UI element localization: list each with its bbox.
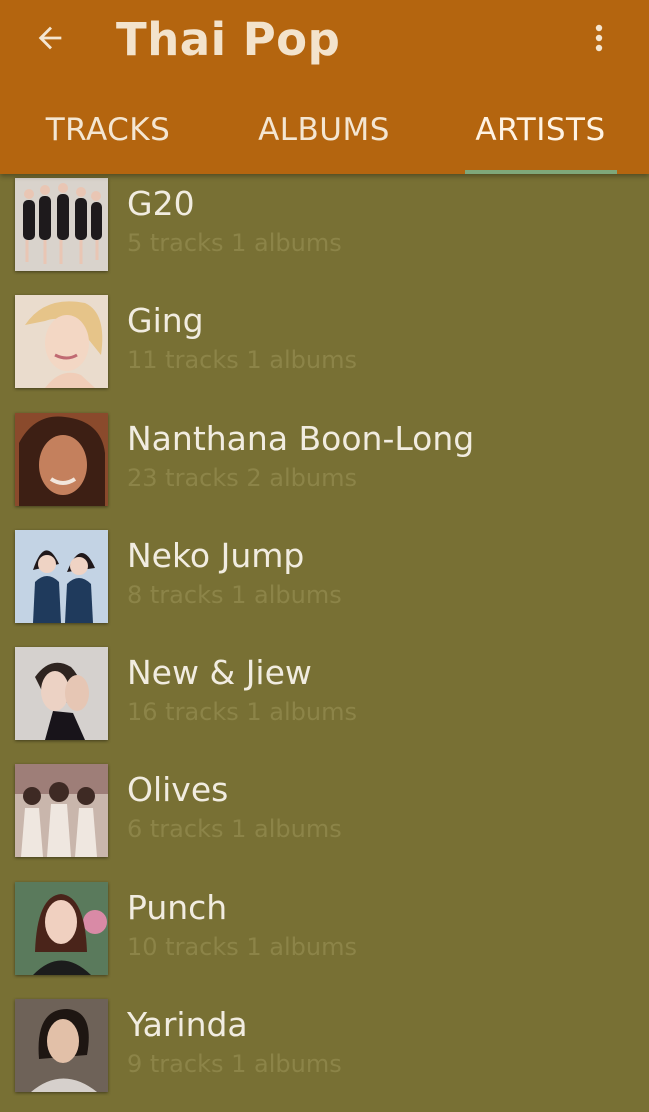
artist-thumbnail (15, 881, 108, 975)
artist-name: Ging (127, 301, 204, 341)
artist-row[interactable]: Punch 10 tracks 1 albums (0, 878, 649, 995)
artist-subtitle: 9 tracks 1 albums (127, 1050, 342, 1079)
artist-subtitle: 11 tracks 1 albums (127, 346, 357, 375)
artist-subtitle: 23 tracks 2 albums (127, 463, 357, 492)
artist-subtitle: 8 tracks 1 albums (127, 580, 342, 609)
page-title: Thai Pop (116, 13, 341, 66)
artist-name: Yarinda (127, 1005, 248, 1045)
tab-artists[interactable]: ARTISTS (432, 102, 649, 158)
artist-row[interactable]: Neko Jump 8 tracks 1 albums (0, 526, 649, 643)
artist-thumbnail (15, 999, 108, 1093)
artist-subtitle: 16 tracks 1 albums (127, 698, 357, 727)
tab-albums[interactable]: ALBUMS (216, 102, 432, 158)
artist-thumbnail (15, 529, 108, 623)
artist-thumbnail (15, 295, 108, 389)
artist-row[interactable]: Ging 11 tracks 1 albums (0, 291, 649, 408)
app-bar: Thai Pop TRACKS ALBUMS ARTISTS (0, 0, 649, 174)
artist-name: New & Jiew (127, 653, 312, 693)
artist-name: Olives (127, 770, 229, 810)
more-vert-icon (594, 23, 604, 57)
artist-subtitle: 5 tracks 1 albums (127, 229, 342, 257)
overflow-menu-button[interactable] (578, 16, 620, 64)
artist-thumbnail (15, 412, 108, 506)
tab-indicator (465, 170, 617, 174)
arrow-back-icon (33, 21, 67, 59)
artist-row[interactable]: Nanthana Boon-Long 23 tracks 2 albums (0, 409, 649, 526)
artist-row[interactable]: G20 5 tracks 1 albums (0, 174, 649, 291)
artist-name: Nanthana Boon-Long (127, 418, 475, 458)
artist-row[interactable]: Olives 6 tracks 1 albums (0, 760, 649, 877)
artist-row[interactable]: Yarinda 9 tracks 1 albums (0, 995, 649, 1112)
back-button[interactable] (26, 16, 74, 64)
artist-subtitle: 6 tracks 1 albums (127, 815, 342, 844)
artist-name: Punch (127, 887, 228, 927)
artist-name: G20 (127, 184, 195, 223)
artist-thumbnail (15, 178, 108, 271)
artist-subtitle: 10 tracks 1 albums (127, 932, 357, 961)
artist-thumbnail (15, 647, 108, 741)
tab-tracks[interactable]: TRACKS (0, 102, 216, 158)
artist-thumbnail (15, 764, 108, 858)
artist-row[interactable]: New & Jiew 16 tracks 1 albums (0, 643, 649, 760)
artist-name: Neko Jump (127, 535, 305, 575)
artist-list: G20 5 tracks 1 albums Ging 11 tracks 1 a… (0, 174, 649, 1112)
